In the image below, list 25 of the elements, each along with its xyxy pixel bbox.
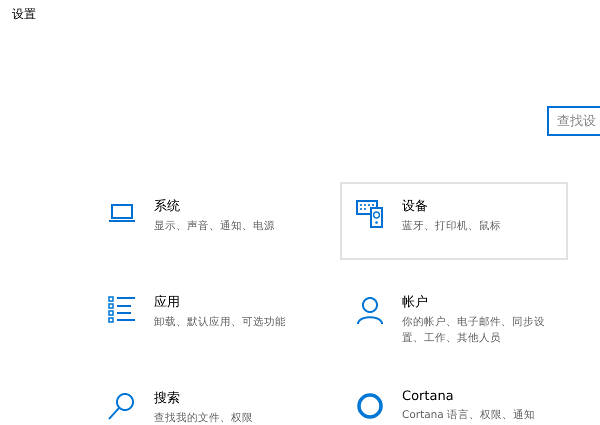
tile-description: 蓝牙、打印机、鼠标 (402, 219, 502, 234)
tile-description: 你的帐户、电子邮件、同步设置、工作、其他人员 (402, 315, 546, 346)
person-icon (356, 296, 384, 324)
tile-title: Cortana (402, 389, 455, 404)
search-icon (108, 392, 136, 420)
tile-description: Cortana 语言、权限、通知 (402, 408, 536, 423)
tile-description: 卸载、默认应用、可选功能 (154, 315, 287, 330)
list-icon (108, 296, 136, 324)
tile-title: 系统 (154, 198, 181, 215)
settings-tile[interactable]: 应用 卸载、默认应用、可选功能 (92, 278, 320, 356)
tile-title: 设备 (402, 198, 429, 215)
tile-title: 搜索 (154, 390, 181, 407)
tile-title: 应用 (154, 294, 181, 311)
ring-icon (356, 392, 384, 420)
window-title: 设置 (11, 6, 36, 23)
settings-tile[interactable]: 设备 蓝牙、打印机、鼠标 (340, 182, 568, 260)
tile-description: 显示、声音、通知、电源 (154, 219, 276, 234)
tile-title: 帐户 (402, 294, 429, 311)
settings-tile[interactable]: 搜索 查找我的文件、权限 (92, 374, 320, 425)
search-field[interactable]: 查找设 (547, 106, 600, 136)
tile-description: 查找我的文件、权限 (154, 411, 254, 425)
settings-tile[interactable]: Cortana Cortana 语言、权限、通知 (340, 374, 568, 425)
keyboard-and-speaker-icon (356, 200, 384, 228)
settings-tile[interactable]: 系统 显示、声音、通知、电源 (92, 182, 320, 260)
settings-tile[interactable]: 帐户 你的帐户、电子邮件、同步设置、工作、其他人员 (340, 278, 568, 356)
